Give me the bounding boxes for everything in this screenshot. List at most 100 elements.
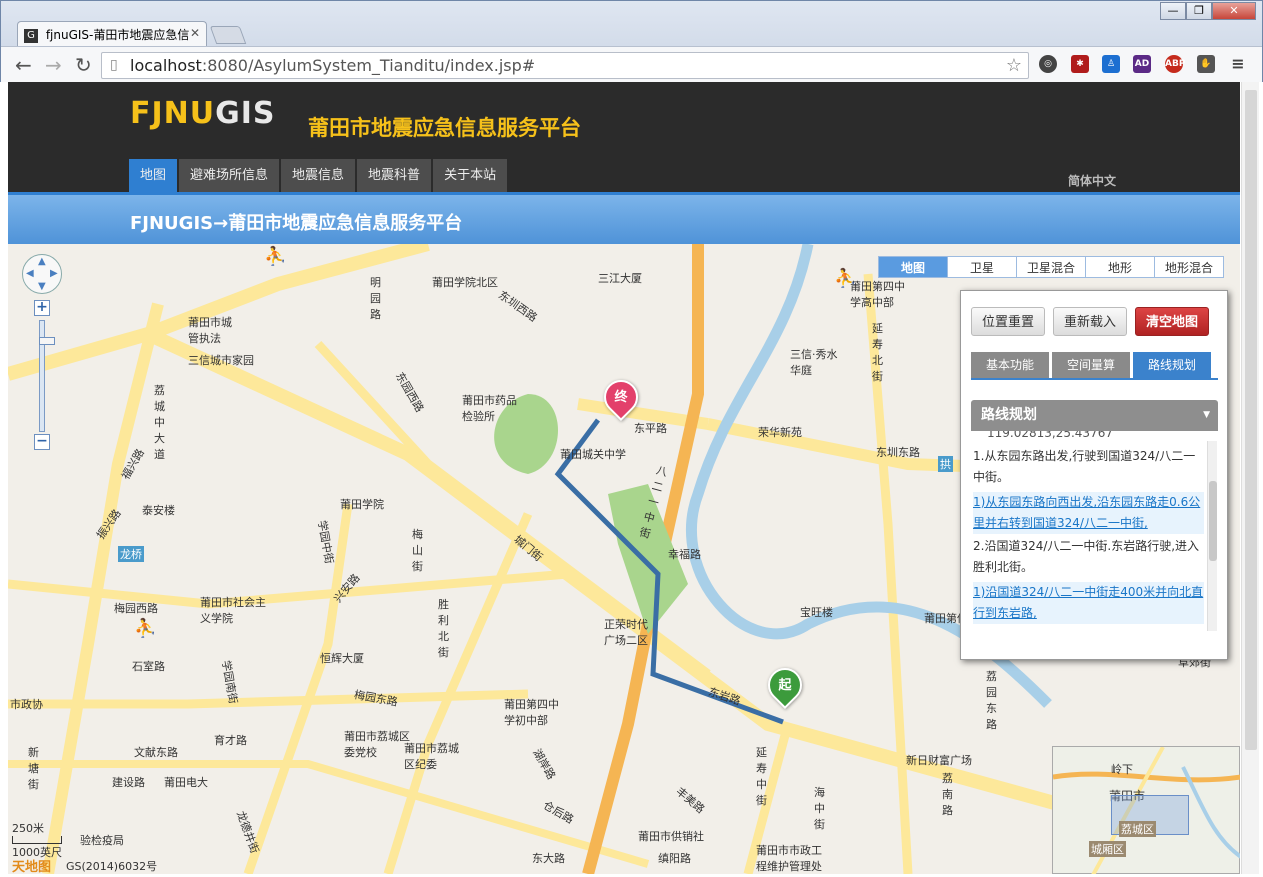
address-bar[interactable]: ▯ localhost:8080/AsylumSystem_Tianditu/i… <box>101 52 1029 79</box>
maptype-satellite[interactable]: 卫星 <box>947 256 1017 278</box>
nav-about[interactable]: 关于本站 <box>433 159 508 192</box>
close-window-button[interactable]: ✕ <box>1212 2 1256 20</box>
extension-steering-icon[interactable]: ◎ <box>1039 55 1057 73</box>
maptype-terrain-hybrid[interactable]: 地形混合 <box>1154 256 1224 278</box>
extension-blue-icon[interactable]: ♙ <box>1102 55 1120 73</box>
maximize-button[interactable]: ❐ <box>1186 2 1212 20</box>
scale-meters: 250米 <box>12 822 44 835</box>
map-label: 莆田第四中学初中部 <box>504 698 559 727</box>
maptype-map[interactable]: 地图 <box>878 256 948 278</box>
tab-close-icon[interactable]: ✕ <box>190 26 200 40</box>
window-controls: — ❐ ✕ <box>1160 2 1256 20</box>
browser-tab[interactable]: G fjnuGIS-莆田市地震应急信 ✕ <box>17 21 207 46</box>
menu-icon[interactable]: ≡ <box>1229 55 1247 73</box>
site-header: FJNUGIS 莆田市地震应急信息服务平台 地图 避难场所信息 地震信息 地震科… <box>8 82 1240 192</box>
map-label: 恒辉大厦 <box>320 652 364 665</box>
adblock-plus-icon[interactable]: ABP <box>1165 55 1185 73</box>
tab-route[interactable]: 路线规划 <box>1133 352 1211 378</box>
route-step-detail[interactable]: 1)沿国道324/八二一中街走400米并向北直行到东岩路, <box>973 582 1204 624</box>
map-label: 宝旺楼 <box>800 606 833 619</box>
page-scrollbar[interactable] <box>1241 82 1259 874</box>
pan-control[interactable]: ▲ ▼ ◀ ▶ <box>22 254 62 294</box>
zoom-slider[interactable] <box>39 320 55 432</box>
tab-title: fjnuGIS-莆田市地震应急信 <box>45 28 190 42</box>
map-label: 荣华新苑 <box>758 426 802 439</box>
clear-map-button[interactable]: 清空地图 <box>1135 307 1209 336</box>
map-label: 东大路 <box>532 852 565 865</box>
shelter-icon[interactable]: ⛹ <box>134 618 156 639</box>
map-label: 莆田学院北区 <box>432 276 498 289</box>
map-label: 莆田市荔城区纪委 <box>404 742 459 771</box>
map-label: 东圳东路 <box>876 446 920 459</box>
nav-map[interactable]: 地图 <box>129 159 178 192</box>
route-step: 1.从东园东路出发,行驶到国道324/八二一中街。 <box>973 449 1196 484</box>
bookmark-star-icon[interactable]: ☆ <box>1006 55 1022 76</box>
map-label: 拱 <box>938 456 953 472</box>
map-label: 莆田城关中学 <box>560 448 626 461</box>
tianditu-logo: 天地图 <box>12 860 52 874</box>
route-end-marker[interactable]: 终 <box>596 372 646 422</box>
map-label: 三江大厦 <box>598 272 642 285</box>
maptype-satellite-hybrid[interactable]: 卫星混合 <box>1016 256 1086 278</box>
map-label: 明园路 <box>370 276 381 321</box>
browser-window-frame: G fjnuGIS-莆田市地震应急信 ✕ — ❐ ✕ ← → ↻ ▯ local… <box>0 0 1263 82</box>
nav-science[interactable]: 地震科普 <box>357 159 432 192</box>
map-label: 三信城市家园 <box>188 354 254 367</box>
overview-map[interactable]: 岭下 莆田市 荔城区 城厢区 <box>1052 746 1240 874</box>
reset-position-button[interactable]: 位置重置 <box>971 307 1045 336</box>
nav-earthquake-info[interactable]: 地震信息 <box>281 159 356 192</box>
minimize-button[interactable]: — <box>1160 2 1186 20</box>
nav-shelters[interactable]: 避难场所信息 <box>179 159 280 192</box>
extension-red-icon[interactable]: ✱ <box>1071 55 1089 73</box>
route-start-marker[interactable]: 起 <box>760 660 810 710</box>
map-label: 荔城中大道 <box>154 384 165 461</box>
map-label: 荔南路 <box>942 772 953 817</box>
favicon-icon: G <box>24 28 38 43</box>
map-label: 延寿北街 <box>872 322 883 383</box>
page-icon: ▯ <box>110 57 118 73</box>
browser-toolbar: ← → ↻ ▯ localhost:8080/AsylumSystem_Tian… <box>1 46 1262 82</box>
zoom-out-button[interactable]: − <box>34 434 50 450</box>
map-label: 泰安楼 <box>142 504 175 517</box>
back-icon[interactable]: ← <box>15 53 32 77</box>
reload-icon[interactable]: ↻ <box>75 53 92 77</box>
map-label: 新日财富广场 <box>906 754 972 767</box>
maptype-terrain[interactable]: 地形 <box>1085 256 1155 278</box>
map-label: 莆田市市政工程维护管理处 <box>756 844 822 873</box>
shelter-icon[interactable]: ⛹ <box>264 246 286 267</box>
language-switch[interactable]: 简体中文 <box>1068 172 1116 189</box>
route-step: 2.沿国道324/八二一中街.东岩路行驶,进入胜利北街。 <box>973 539 1200 574</box>
map-label: 新塘街 <box>28 746 39 791</box>
collapse-arrow-icon[interactable]: ▼ <box>1203 400 1210 431</box>
map-label: 胜利北街 <box>438 598 449 659</box>
map-label: 龙桥 <box>118 546 144 562</box>
overview-label: 城厢区 <box>1089 841 1126 857</box>
zoom-thumb[interactable] <box>39 337 55 345</box>
scale-bar: 250米 1000英尺 <box>12 820 62 860</box>
extension-issuu-icon[interactable]: AD <box>1133 55 1151 73</box>
route-step-detail[interactable]: 1)从东园东路向西出发,沿东园东路走0.6公里并右转到国道324/八二一中街, <box>973 492 1204 534</box>
new-tab-button[interactable] <box>209 26 247 44</box>
panel-tabs: 基本功能 空间量算 路线规划 <box>971 352 1218 380</box>
map-canvas[interactable]: 莆田学院北区 三江大厦 东圳西路 明园路 莆田市城管执法 三信城市家园 荔城中大… <box>8 244 1240 874</box>
site-logo[interactable]: FJNUGIS <box>130 96 276 131</box>
map-label: 东平路 <box>634 422 667 435</box>
tab-basic[interactable]: 基本功能 <box>971 352 1049 378</box>
map-label: 育才路 <box>214 734 247 747</box>
map-copyright: GS(2014)6032号 <box>66 860 158 873</box>
map-label: 缜阳路 <box>658 852 691 865</box>
map-label: 莆田市社会主义学院 <box>200 596 266 625</box>
map-label: 市政协 <box>10 698 43 711</box>
map-label: 三信·秀水华庭 <box>790 348 838 377</box>
map-label: 正荣时代广场二区 <box>604 618 648 647</box>
tab-measure[interactable]: 空间量算 <box>1052 352 1130 378</box>
map-label: 莆田市供销社 <box>638 830 704 843</box>
reload-button[interactable]: 重新载入 <box>1053 307 1127 336</box>
route-section-header[interactable]: 路线规划 ▼ <box>971 400 1218 431</box>
zoom-in-button[interactable]: + <box>34 300 50 316</box>
route-scrollbar[interactable] <box>1207 441 1217 631</box>
map-label: 莆田第四中学高中部 <box>850 280 905 309</box>
forward-icon[interactable]: → <box>45 53 62 77</box>
extension-hand-icon[interactable]: ✋ <box>1197 55 1215 73</box>
shelter-icon[interactable]: ⛹ <box>834 268 856 289</box>
